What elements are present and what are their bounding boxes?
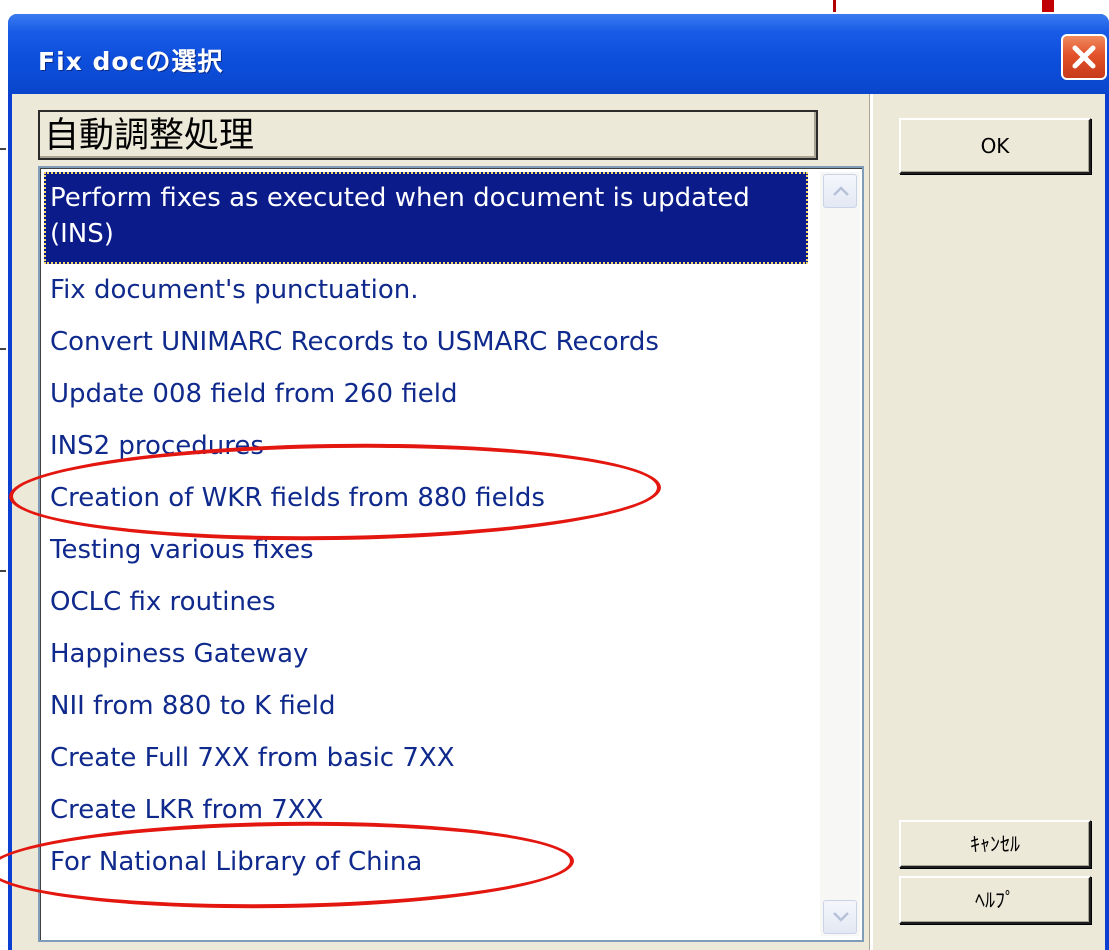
fix-routine-item[interactable]: Convert UNIMARC Records to USMARC Record… [44,316,808,368]
dialog-client-area: 自動調整処理 Perform fixes as executed when do… [12,94,1105,950]
background-window-edge [833,0,836,12]
dialog-title: Fix docの選択 [38,47,224,76]
close-button[interactable] [1061,34,1107,80]
background-window-edge [0,570,6,572]
panel-divider [869,94,873,950]
fix-routine-item[interactable]: Fix document's punctuation. [44,264,808,316]
fix-category-select[interactable]: 自動調整処理 [38,110,818,160]
scroll-up-button[interactable] [823,174,857,208]
fix-routine-item[interactable]: Update 008 field from 260 field [44,368,808,420]
fix-routine-item[interactable]: Create Full 7XX from basic 7XX [44,732,808,784]
background-window-edge [1042,0,1054,12]
fix-routine-item[interactable]: NII from 880 to K field [44,680,808,732]
fix-routine-item[interactable]: OCLC fix routines [44,576,808,628]
cancel-button[interactable]: ｷｬﾝｾﾙ [899,820,1091,868]
background-window-edge [0,148,6,150]
list-scrollbar[interactable] [820,172,860,936]
dialog-title-bar[interactable]: Fix docの選択 [8,14,1109,94]
ok-button[interactable]: OK [899,118,1091,174]
fix-routine-item[interactable]: Perform fixes as executed when document … [44,172,808,264]
fix-doc-dialog: Fix docの選択 自動調整処理 Perform fixes as execu… [8,14,1109,950]
fix-routine-items: Perform fixes as executed when document … [44,172,808,888]
fix-category-value: 自動調整処理 [44,116,255,156]
close-icon [1072,45,1096,69]
background-window-edge [0,348,6,350]
fix-routine-item[interactable]: For National Library of China [44,836,808,888]
fix-routine-item[interactable]: Testing various fixes [44,524,808,576]
help-button[interactable]: ﾍﾙﾌﾟ [899,876,1091,924]
fix-routine-item[interactable]: Creation of WKR fields from 880 fields [44,472,808,524]
chevron-down-icon [833,912,849,922]
screen: Fix docの選択 自動調整処理 Perform fixes as execu… [0,0,1109,950]
fix-routine-item[interactable]: Create LKR from 7XX [44,784,808,836]
fix-routine-item[interactable]: INS2 procedures [44,420,808,472]
chevron-up-icon [833,186,849,196]
scroll-down-button[interactable] [823,900,857,934]
fix-routine-item[interactable]: Happiness Gateway [44,628,808,680]
fix-routine-list[interactable]: Perform fixes as executed when document … [38,166,864,942]
